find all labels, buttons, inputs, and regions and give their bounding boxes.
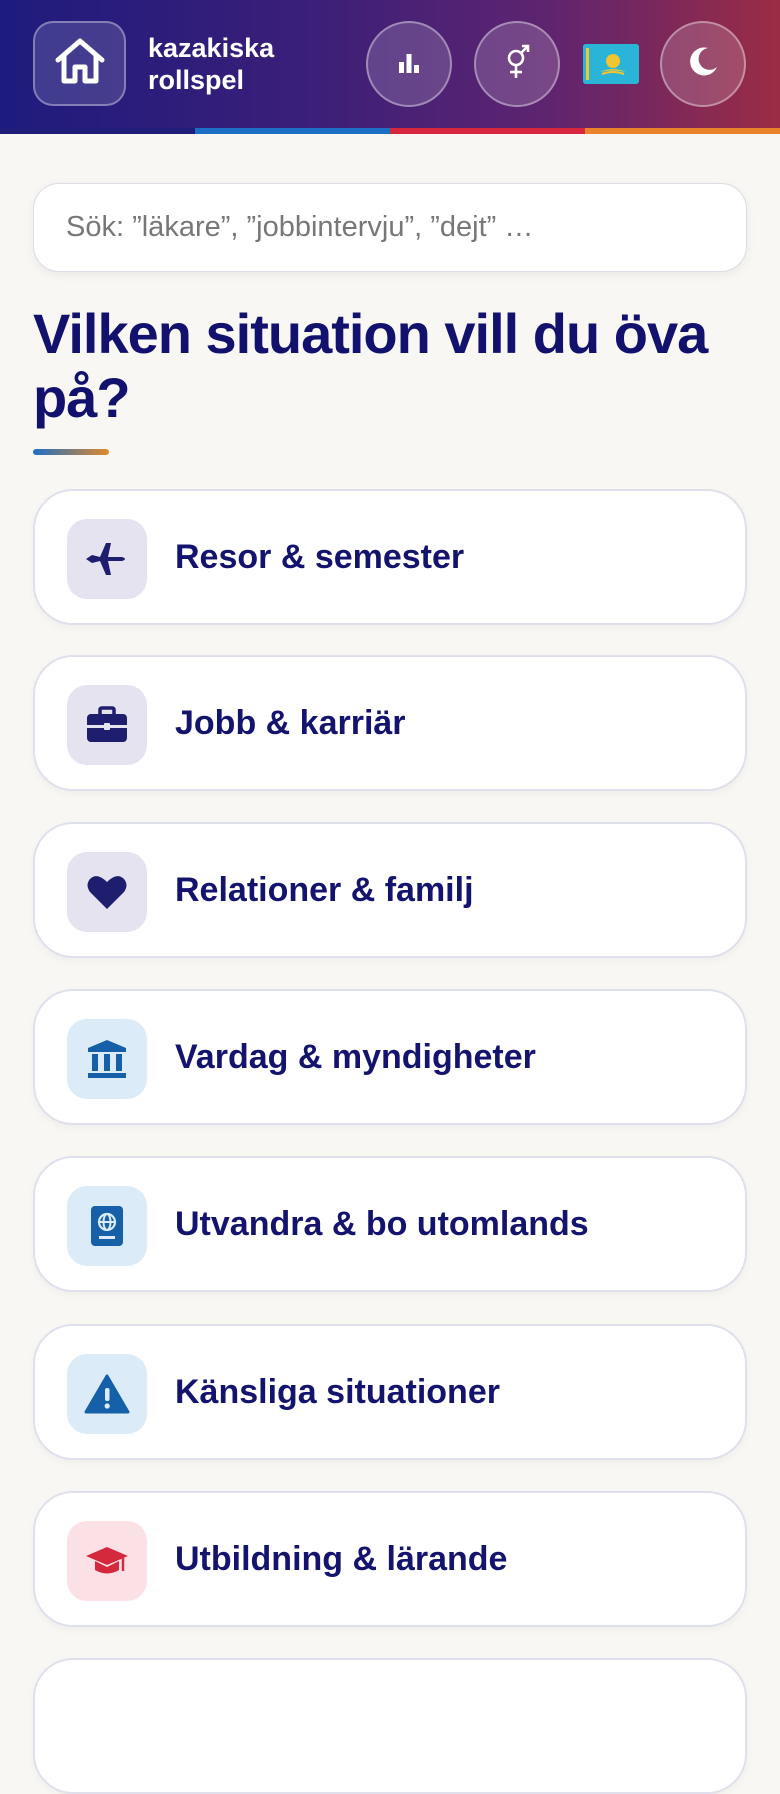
category-label: Relationer & familj	[175, 871, 474, 909]
title-underline	[33, 449, 109, 455]
kazakhstan-flag-icon[interactable]	[583, 44, 639, 84]
category-label: Vardag & myndigheter	[175, 1038, 536, 1076]
home-button[interactable]	[33, 21, 126, 106]
page-title: Vilken situation vill du öva på?	[33, 302, 708, 429]
header-color-stripe	[0, 128, 780, 134]
stats-button[interactable]	[366, 21, 452, 107]
building-icon	[67, 1019, 147, 1099]
category-card[interactable]: Utvandra & bo utomlands	[33, 1156, 747, 1292]
app-title-line1: kazakiska	[148, 33, 275, 63]
airplane-icon	[67, 519, 147, 599]
search-input[interactable]	[33, 183, 747, 272]
category-card[interactable]: Vardag & myndigheter	[33, 989, 747, 1125]
warning-icon	[67, 1354, 147, 1434]
gender-button[interactable]	[474, 21, 560, 107]
category-label: Jobb & karriär	[175, 704, 406, 742]
moon-icon	[686, 45, 720, 84]
briefcase-icon	[67, 685, 147, 765]
heart-icon	[67, 852, 147, 932]
category-label: Utvandra & bo utomlands	[175, 1205, 589, 1243]
dark-mode-button[interactable]	[660, 21, 746, 107]
category-card[interactable]: Jobb & karriär	[33, 655, 747, 791]
category-card-partial[interactable]	[33, 1658, 747, 1794]
bar-chart-icon	[396, 49, 422, 80]
category-card[interactable]: Resor & semester	[33, 489, 747, 625]
home-icon	[53, 36, 107, 91]
app-header: kazakiska rollspel	[0, 0, 780, 128]
category-card[interactable]: Utbildning & lärande	[33, 1491, 747, 1627]
category-card[interactable]: Känsliga situationer	[33, 1324, 747, 1460]
graduation-cap-icon	[67, 1521, 147, 1601]
passport-icon	[67, 1186, 147, 1266]
category-label: Känsliga situationer	[175, 1373, 500, 1411]
gender-icon	[502, 43, 532, 86]
app-title: kazakiska rollspel	[148, 32, 274, 96]
app-title-line2: rollspel	[148, 65, 245, 95]
category-label: Utbildning & lärande	[175, 1540, 508, 1578]
category-card[interactable]: Relationer & familj	[33, 822, 747, 958]
category-label: Resor & semester	[175, 538, 465, 576]
